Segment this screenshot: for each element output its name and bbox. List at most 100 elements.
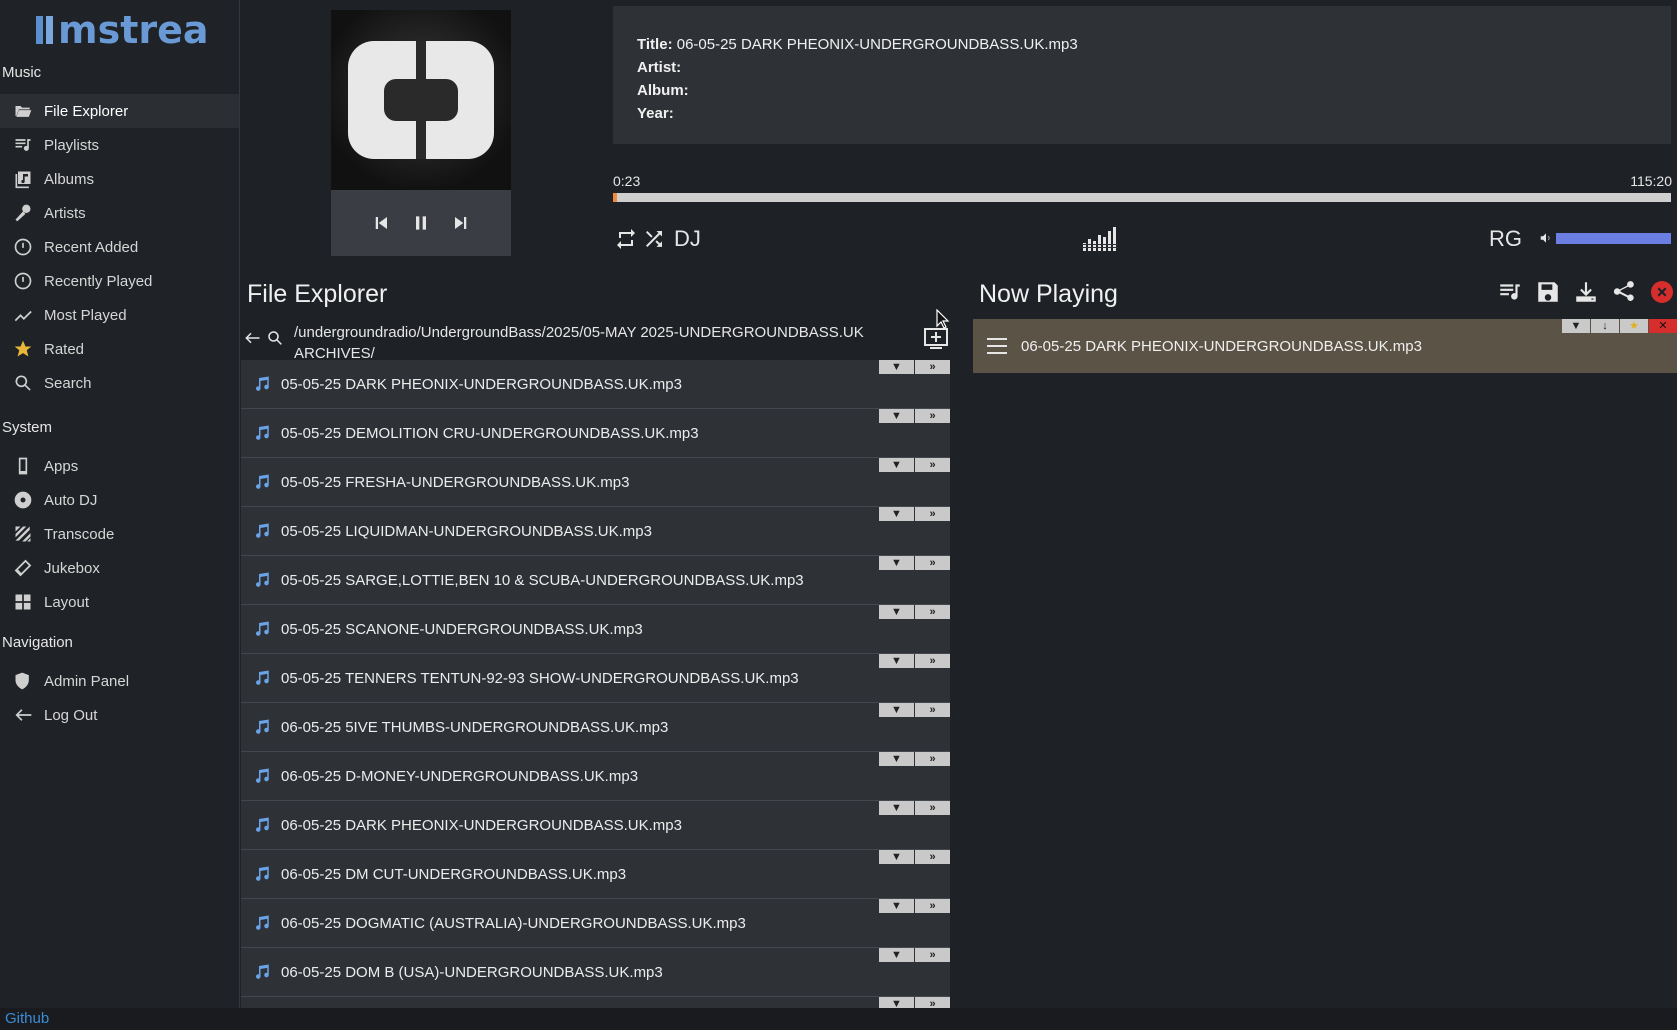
save-playlist-button[interactable] [1534, 277, 1562, 307]
sidebar-item-playlists[interactable]: Playlists [0, 128, 239, 162]
file-add-button[interactable]: » [915, 703, 950, 717]
item-dropdown-button[interactable]: ▼ [1562, 319, 1590, 333]
now-playing-item[interactable]: 06-05-25 DARK PHEONIX-UNDERGROUNDBASS.UK… [973, 319, 1677, 373]
file-dropdown-button[interactable]: ▼ [879, 899, 914, 913]
file-row[interactable]: 05-05-25 SCANONE-UNDERGROUNDBASS.UK.mp3 ▼… [241, 605, 950, 654]
file-dropdown-button[interactable]: ▼ [879, 752, 914, 766]
skip-next-icon [455, 217, 467, 229]
item-download-button[interactable]: ↓ [1591, 319, 1619, 333]
auto-dj-toggle[interactable]: DJ [674, 226, 701, 252]
file-explorer-header: /undergroundradio/UndergroundBass/2025/0… [240, 318, 950, 362]
sidebar-item-file-explorer[interactable]: File Explorer [0, 94, 239, 128]
file-row[interactable]: 06-05-25 DOGMATIC (AUSTRALIA)-UNDERGROUN… [241, 899, 950, 948]
file-add-button[interactable]: » [915, 409, 950, 423]
file-add-button[interactable]: » [915, 605, 950, 619]
file-add-button[interactable]: » [915, 997, 950, 1008]
sidebar-item-recently-played[interactable]: Recently Played [0, 264, 239, 298]
file-row[interactable]: 06-05-25 DM CUT-UNDERGROUNDBASS.UK.mp3 ▼» [241, 850, 950, 899]
remote-icon [12, 557, 34, 579]
add-all-button[interactable] [924, 328, 948, 350]
previous-button[interactable] [368, 210, 394, 236]
file-dropdown-button[interactable]: ▼ [879, 948, 914, 962]
sidebar-item-transcode[interactable]: Transcode [0, 517, 239, 551]
sidebar-item-log-out[interactable]: Log Out [0, 698, 239, 732]
file-dropdown-button[interactable]: ▼ [879, 850, 914, 864]
sidebar-item-recent-added[interactable]: Recent Added [0, 230, 239, 264]
search-icon [12, 372, 34, 394]
file-row[interactable]: 05-05-25 SARGE,LOTTIE,BEN 10 & SCUBA-UND… [241, 556, 950, 605]
sidebar-item-rated[interactable]: Rated [0, 332, 239, 366]
replaygain-toggle[interactable]: RG [1489, 226, 1522, 252]
sidebar-item-admin-panel[interactable]: Admin Panel [0, 664, 239, 698]
volume-button[interactable] [1539, 231, 1553, 250]
item-rate-star-button[interactable]: ★ [1620, 319, 1648, 333]
file-row[interactable]: 06-05-25 DARK PHEONIX-UNDERGROUNDBASS.UK… [241, 801, 950, 850]
github-link[interactable]: Github [5, 1010, 49, 1027]
file-dropdown-button[interactable]: ▼ [879, 458, 914, 472]
volume-fill [1556, 233, 1671, 244]
file-dropdown-button[interactable]: ▼ [879, 801, 914, 815]
filter-search-button[interactable] [266, 329, 284, 347]
file-add-button[interactable]: » [915, 458, 950, 472]
shuffle-button[interactable] [642, 227, 666, 251]
file-dropdown-button[interactable]: ▼ [879, 360, 914, 374]
pause-button[interactable] [408, 210, 434, 236]
file-add-button[interactable]: » [915, 801, 950, 815]
file-add-button[interactable]: » [915, 360, 950, 374]
file-dropdown-button[interactable]: ▼ [879, 409, 914, 423]
file-row[interactable]: 05-05-25 LIQUIDMAN-UNDERGROUNDBASS.UK.mp… [241, 507, 950, 556]
sidebar-item-label: Recent Added [44, 238, 139, 256]
file-row[interactable]: 05-05-25 DEMOLITION CRU-UNDERGROUNDBASS.… [241, 409, 950, 458]
file-row[interactable]: 06-05-25 5IVE THUMBS-UNDERGROUNDBASS.UK.… [241, 703, 950, 752]
download-playlist-button[interactable] [1572, 277, 1600, 307]
file-dropdown-button[interactable]: ▼ [879, 703, 914, 717]
sidebar-item-artists[interactable]: Artists [0, 196, 239, 230]
file-row[interactable]: 05-05-25 FRESHA-UNDERGROUNDBASS.UK.mp3 ▼» [241, 458, 950, 507]
progress-fill [613, 193, 618, 202]
visualizer-button[interactable] [1082, 224, 1118, 254]
repeat-button[interactable] [614, 227, 638, 251]
file-dropdown-button[interactable]: ▼ [879, 654, 914, 668]
now-playing-title: Now Playing [979, 280, 1118, 308]
drag-handle-icon[interactable] [987, 338, 1007, 354]
sidebar-item-label: Jukebox [44, 559, 100, 577]
sidebar-item-label: Apps [44, 457, 79, 475]
sidebar-item-most-played[interactable]: Most Played [0, 298, 239, 332]
clear-queue-button[interactable] [1496, 277, 1524, 307]
sidebar-item-auto-dj[interactable]: Auto DJ [0, 483, 239, 517]
meta-title-row: Title: 06-05-25 DARK PHEONIX-UNDERGROUND… [637, 36, 1078, 53]
file-row-actions: ▼» [878, 556, 950, 570]
file-row[interactable]: 06-05-25 DOM B (USA)-UNDERGROUNDBASS.UK.… [241, 948, 950, 997]
mstream-logo[interactable]: mstream [36, 8, 248, 52]
sidebar-item-albums[interactable]: Albums [0, 162, 239, 196]
file-row[interactable]: ▼» [241, 997, 950, 1008]
file-row[interactable]: 05-05-25 TENNERS TENTUN-92-93 SHOW-UNDER… [241, 654, 950, 703]
next-button[interactable] [448, 210, 474, 236]
file-row[interactable]: 05-05-25 DARK PHEONIX-UNDERGROUNDBASS.UK… [241, 360, 950, 409]
file-add-button[interactable]: » [915, 752, 950, 766]
sidebar-item-search[interactable]: Search [0, 366, 239, 400]
volume-slider[interactable] [1556, 233, 1671, 244]
file-dropdown-button[interactable]: ▼ [879, 997, 914, 1008]
file-add-button[interactable]: » [915, 948, 950, 962]
file-dropdown-button[interactable]: ▼ [879, 556, 914, 570]
back-button[interactable] [243, 329, 261, 347]
item-remove-button[interactable]: ✕ [1649, 319, 1677, 333]
app-root: mstream Music File Explorer Playlists Al… [0, 0, 1677, 1030]
clear-playlist-button[interactable] [1648, 277, 1676, 307]
file-row[interactable]: 06-05-25 D-MONEY-UNDERGROUNDBASS.UK.mp3 ▼… [241, 752, 950, 801]
share-playlist-button[interactable] [1610, 277, 1638, 307]
progress-bar[interactable] [613, 193, 1671, 202]
file-add-button[interactable]: » [915, 507, 950, 521]
sidebar-item-layout[interactable]: Layout [0, 585, 239, 619]
music-note-icon [251, 912, 273, 934]
file-dropdown-button[interactable]: ▼ [879, 605, 914, 619]
file-add-button[interactable]: » [915, 556, 950, 570]
sidebar-item-jukebox[interactable]: Jukebox [0, 551, 239, 585]
current-directory-path: /undergroundradio/UndergroundBass/2025/0… [294, 324, 864, 362]
file-add-button[interactable]: » [915, 654, 950, 668]
file-add-button[interactable]: » [915, 899, 950, 913]
sidebar-item-apps[interactable]: Apps [0, 449, 239, 483]
file-dropdown-button[interactable]: ▼ [879, 507, 914, 521]
file-add-button[interactable]: » [915, 850, 950, 864]
